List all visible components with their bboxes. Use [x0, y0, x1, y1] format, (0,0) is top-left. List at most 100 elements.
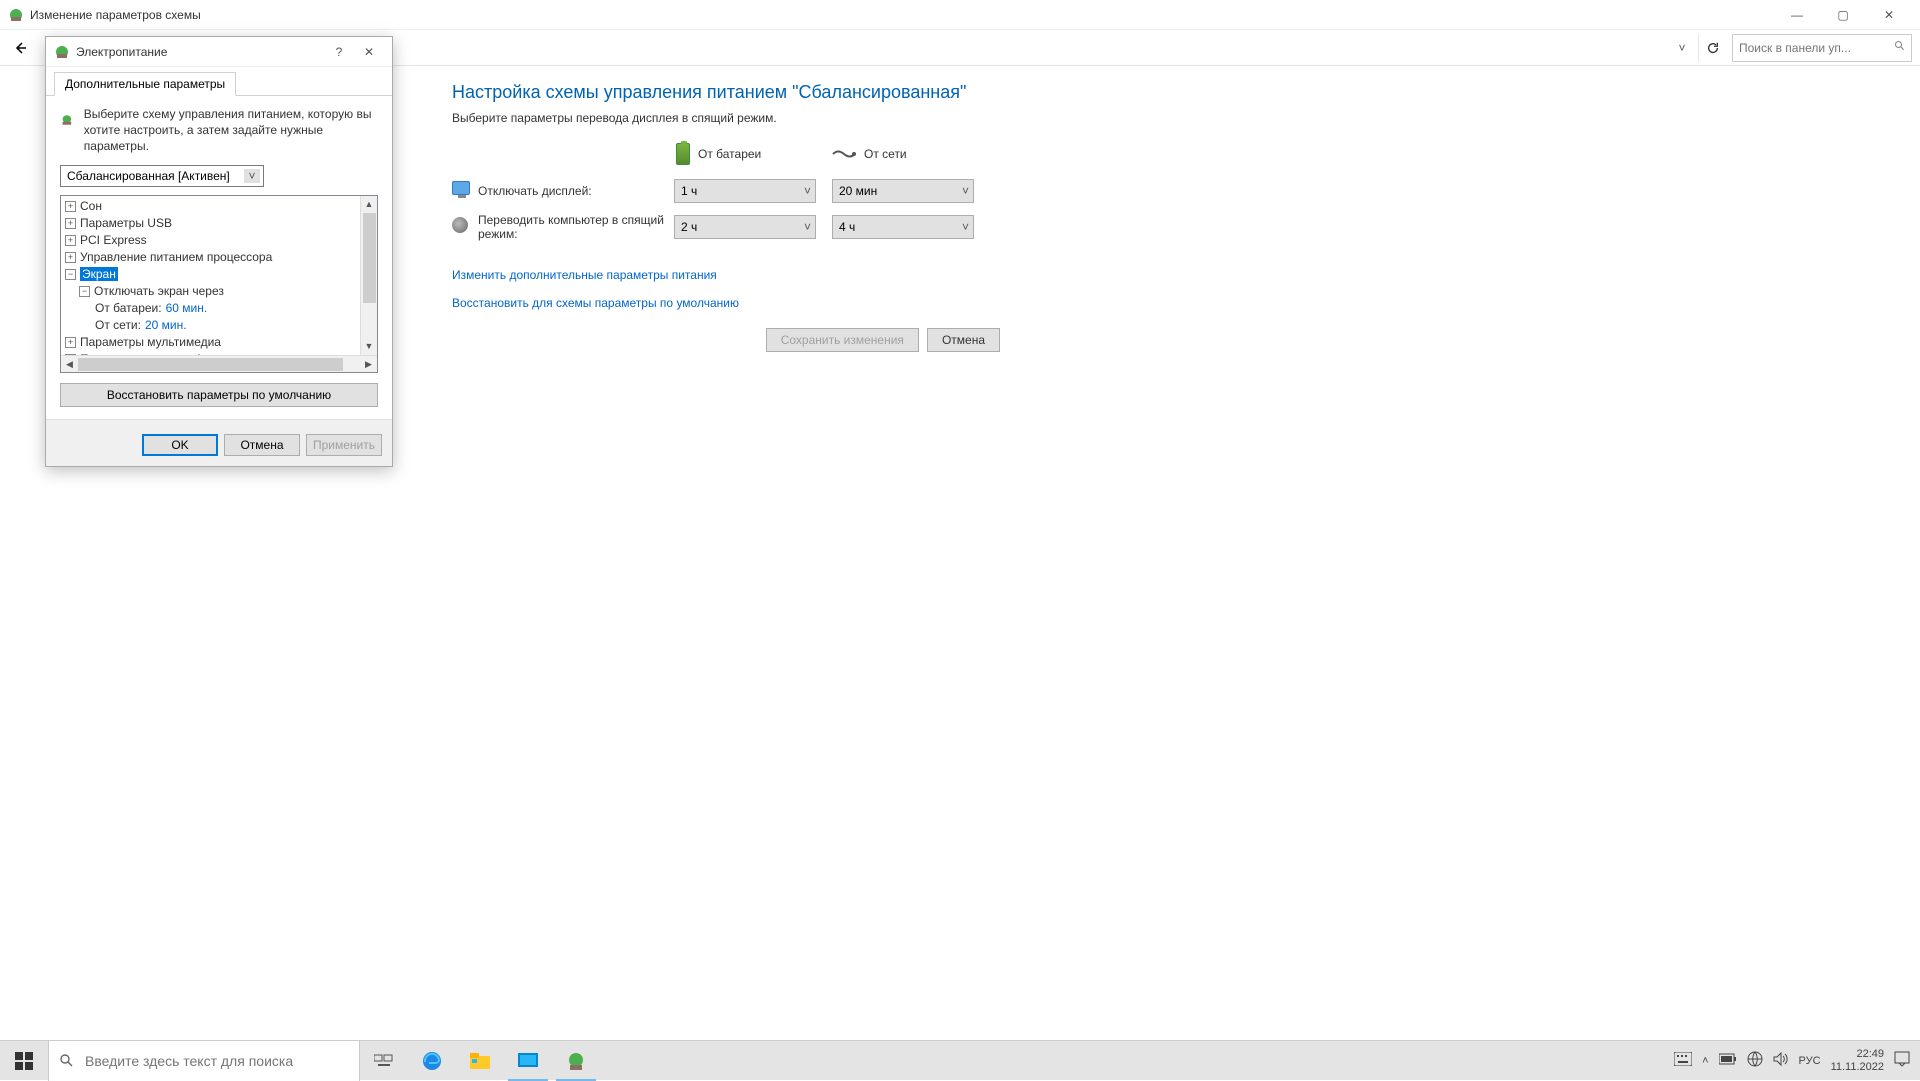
power-options-icon — [8, 7, 24, 23]
expand-icon[interactable]: + — [65, 252, 76, 263]
taskbar-search-input[interactable] — [85, 1053, 349, 1069]
maximize-button[interactable]: ▢ — [1820, 0, 1866, 30]
row-label-display: Отключать дисплей: — [478, 184, 674, 198]
dialog-info-text: Выберите схему управления питанием, кото… — [84, 106, 378, 155]
chevron-down-icon: ˅ — [804, 184, 811, 198]
scroll-up-icon[interactable]: ▲ — [361, 196, 377, 213]
column-header-ac: От сети — [832, 143, 988, 165]
clock-time: 22:49 — [1831, 1048, 1884, 1060]
expand-icon[interactable]: + — [65, 218, 76, 229]
plug-icon — [832, 148, 856, 160]
chevron-down-icon: ˅ — [962, 184, 969, 198]
advanced-power-dialog: Электропитание ? ✕ Дополнительные параме… — [45, 36, 393, 467]
expand-icon[interactable]: + — [65, 235, 76, 246]
save-button: Сохранить изменения — [766, 328, 919, 352]
scroll-thumb[interactable] — [78, 358, 343, 371]
taskbar-search[interactable] — [48, 1041, 360, 1081]
tree-node-screen[interactable]: −Экран — [61, 266, 377, 283]
system-tray: ˄ РУС 22:49 11.11.2022 — [1674, 1048, 1920, 1072]
dialog-tabstrip: Дополнительные параметры — [46, 67, 392, 96]
network-tray-icon[interactable] — [1747, 1051, 1763, 1070]
column-header-battery-label: От батареи — [698, 147, 761, 161]
clock-date: 11.11.2022 — [1831, 1061, 1884, 1073]
apply-button: Применить — [306, 434, 382, 456]
row-label-sleep: Переводить компьютер в спящий режим: — [478, 213, 674, 242]
taskbar-app-explorer[interactable] — [456, 1041, 504, 1081]
language-indicator[interactable]: РУС — [1799, 1055, 1821, 1067]
dialog-title: Электропитание — [76, 45, 324, 59]
power-plan-select[interactable]: Сбалансированная [Активен] ˅ — [60, 165, 264, 187]
cancel-button[interactable]: Отмена — [927, 328, 1000, 352]
sleep-battery-select[interactable]: 2 ч˅ — [674, 215, 816, 239]
clock[interactable]: 22:49 11.11.2022 — [1831, 1048, 1884, 1072]
taskbar-app-power-options[interactable] — [552, 1041, 600, 1081]
tray-overflow-icon[interactable]: ˄ — [1702, 1055, 1708, 1067]
ok-button[interactable]: OK — [142, 434, 218, 456]
dialog-close-button[interactable]: ✕ — [354, 45, 384, 59]
expand-icon[interactable]: + — [65, 201, 76, 212]
tree-node-multimedia[interactable]: +Параметры мультимедиа — [61, 334, 377, 351]
link-advanced-settings[interactable]: Изменить дополнительные параметры питани… — [452, 268, 1002, 282]
column-header-ac-label: От сети — [864, 147, 907, 161]
search-icon — [1894, 40, 1906, 55]
power-options-icon — [60, 106, 74, 134]
tree-node-pci[interactable]: +PCI Express — [61, 232, 377, 249]
tree-vscrollbar[interactable]: ▲ ▼ — [360, 196, 377, 355]
refresh-button[interactable] — [1698, 34, 1726, 62]
page-title: Настройка схемы управления питанием "Сба… — [452, 82, 1002, 103]
help-button[interactable]: ? — [324, 45, 354, 59]
window-titlebar: Изменение параметров схемы — ▢ ✕ — [0, 0, 1920, 30]
tree-hscrollbar[interactable]: ◀ ▶ — [61, 355, 377, 372]
dialog-titlebar: Электропитание ? ✕ — [46, 37, 392, 67]
tree-leaf-ac[interactable]: От сети:20 мин. — [61, 317, 377, 334]
expand-icon[interactable]: + — [65, 337, 76, 348]
scroll-thumb[interactable] — [363, 213, 376, 303]
display-off-ac-select[interactable]: 20 мин˅ — [832, 179, 974, 203]
search-input[interactable] — [1739, 41, 1894, 55]
tree-node-sleep[interactable]: +Сон — [61, 198, 377, 215]
battery-icon — [676, 143, 690, 165]
link-restore-defaults[interactable]: Восстановить для схемы параметры по умол… — [452, 296, 1002, 310]
scroll-right-icon[interactable]: ▶ — [360, 356, 377, 373]
windows-icon — [15, 1052, 33, 1070]
task-view-button[interactable] — [360, 1041, 408, 1081]
tree-leaf-batt[interactable]: От батареи:60 мин. — [61, 300, 377, 317]
tree-node-cpu[interactable]: +Управление питанием процессора — [61, 249, 377, 266]
scroll-down-icon[interactable]: ▼ — [361, 338, 377, 355]
taskbar-app-edge[interactable] — [408, 1041, 456, 1081]
close-button[interactable]: ✕ — [1866, 0, 1912, 30]
settings-tree[interactable]: +Сон +Параметры USB +PCI Express +Управл… — [60, 195, 378, 373]
sleep-ac-select[interactable]: 4 ч˅ — [832, 215, 974, 239]
power-options-icon — [54, 44, 70, 60]
notifications-icon[interactable] — [1894, 1051, 1910, 1070]
window-title: Изменение параметров схемы — [30, 8, 1774, 22]
chevron-down-icon: ˅ — [804, 220, 811, 234]
search-field[interactable] — [1732, 34, 1912, 62]
search-icon — [59, 1053, 75, 1069]
plan-settings-panel: Настройка схемы управления питанием "Сба… — [452, 82, 1002, 352]
volume-tray-icon[interactable] — [1773, 1052, 1789, 1069]
cancel-button[interactable]: Отмена — [224, 434, 300, 456]
back-button[interactable] — [8, 36, 32, 60]
taskbar: ˄ РУС 22:49 11.11.2022 — [0, 1040, 1920, 1080]
tree-node-screen-off[interactable]: −Отключать экран через — [61, 283, 377, 300]
taskbar-app-settings[interactable] — [504, 1041, 552, 1081]
collapse-icon[interactable]: − — [65, 269, 76, 280]
collapse-icon[interactable]: − — [79, 286, 90, 297]
breadcrumb-history-dropdown[interactable]: ˅ — [1672, 36, 1692, 60]
scroll-left-icon[interactable]: ◀ — [61, 356, 78, 373]
display-icon — [452, 181, 472, 201]
minimize-button[interactable]: — — [1774, 0, 1820, 30]
chevron-down-icon: ˅ — [962, 220, 969, 234]
tree-node-usb[interactable]: +Параметры USB — [61, 215, 377, 232]
display-off-battery-select[interactable]: 1 ч˅ — [674, 179, 816, 203]
chevron-down-icon: ˅ — [244, 169, 260, 183]
page-subtitle: Выберите параметры перевода дисплея в сп… — [452, 111, 1002, 125]
tab-advanced-params[interactable]: Дополнительные параметры — [54, 72, 236, 96]
sleep-icon — [452, 217, 472, 237]
column-header-battery: От батареи — [676, 143, 832, 165]
battery-tray-icon[interactable] — [1719, 1053, 1737, 1068]
start-button[interactable] — [0, 1041, 48, 1081]
touch-keyboard-icon[interactable] — [1674, 1052, 1692, 1069]
restore-defaults-button[interactable]: Восстановить параметры по умолчанию — [60, 383, 378, 407]
